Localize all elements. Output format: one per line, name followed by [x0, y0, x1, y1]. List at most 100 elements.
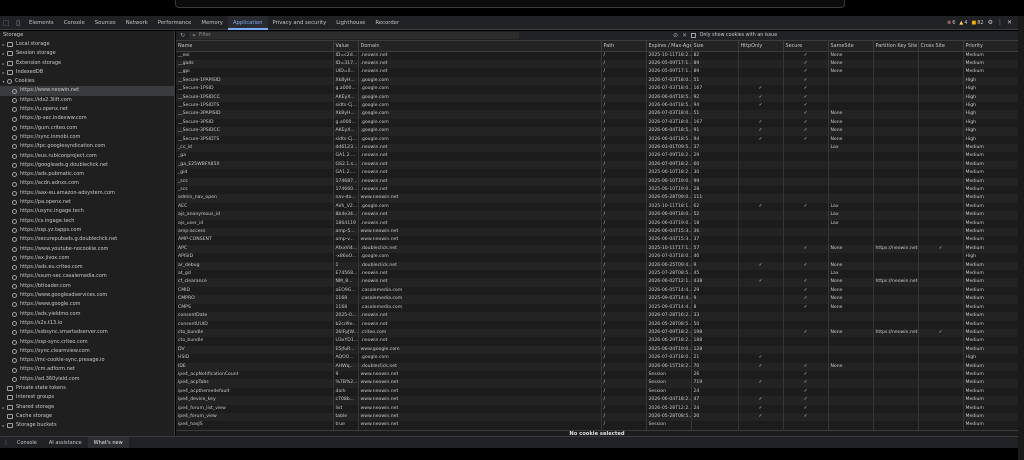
tab-lighthouse[interactable]: Lighthouse [331, 16, 370, 30]
device-toolbar-icon[interactable]: ▯ [12, 16, 24, 30]
chevron-down-icon[interactable]: ▾ [0, 77, 7, 86]
drawer-tab-console[interactable]: Console [11, 437, 43, 449]
table-row[interactable]: APISID -x86oO... .google.com/2026-07-03T18… [176, 253, 1018, 262]
sidebar-origin-item[interactable]: https://ads.eu.criteo.com [0, 263, 174, 272]
sidebar-item[interactable]: Private state tokens [0, 384, 174, 393]
sidebar-origin-item[interactable]: https://ads.pubmatic.com [0, 170, 174, 179]
table-row[interactable]: _gid GA1.2.... .neowin.net/2025-06-10T18:2… [176, 169, 1018, 178]
sidebar-origin-item[interactable]: https://ssp.yz.tapps.com [0, 226, 174, 235]
sidebar-origin-item[interactable]: https://ssum-sec.casalemedia.com [0, 272, 174, 281]
sidebar-origin-item[interactable]: https://securepubads.g.doubleclick.net [0, 235, 174, 244]
table-row[interactable]: ipe4_acpthemedefault dark www.neowin.net / S… [176, 387, 1018, 397]
table-row[interactable]: HSID AQOO... .google.com/2026-07-03T18:0..… [176, 354, 1018, 363]
sidebar-origin-item[interactable]: https://gum.criteo.com [0, 124, 174, 133]
sidebar-origin-item[interactable]: https://tpc.googlesyndication.com [0, 142, 174, 151]
table-row[interactable]: ipe4_forum_view table www.neowin.net/2026-… [176, 412, 1018, 422]
sidebar-origin-item[interactable]: https://ax.jivox.com [0, 254, 174, 263]
table-row[interactable]: __Secure-3PSIDCC AKEyX... .google.com/2026… [176, 127, 1018, 136]
only-issue-checkbox[interactable] [691, 33, 696, 38]
tab-elements[interactable]: Elements [24, 16, 59, 30]
sidebar-origin-item[interactable]: https://s2s.t13.io [0, 319, 174, 328]
refresh-icon[interactable]: ↻ [180, 32, 185, 39]
table-row[interactable]: _cc_id dd6123... .neowin.net/2026-03-01T09… [176, 143, 1018, 153]
chevron-right-icon[interactable]: ▸ [0, 68, 7, 77]
sidebar-origin-item[interactable]: https://cs.ingage.tech [0, 217, 174, 226]
inspect-icon[interactable]: ⬚ [0, 16, 12, 30]
tab-application[interactable]: Application [227, 15, 268, 30]
table-row[interactable]: CMPRO 1168 .casalemedia.com/2025-09-03T14:… [176, 295, 1018, 304]
tab-performance[interactable]: Performance [153, 16, 197, 30]
table-row[interactable]: AMP-CONSENT amp-v... www.neowin.net/2026-0… [176, 236, 1018, 245]
table-row[interactable]: ar_debug 1 .doubleclick.net/2026-06-25T09:… [176, 261, 1018, 271]
close-icon[interactable]: ✕ [1007, 19, 1012, 26]
chevron-right-icon[interactable]: ▸ [0, 40, 7, 49]
table-row[interactable]: CMID aEO9G... .casalemedia.com/2026-06-05T… [176, 286, 1018, 296]
warning-badge[interactable]: ▲ 4 [959, 20, 967, 26]
sidebar-origin-item[interactable]: https://ssbsync.smartadserver.com [0, 328, 174, 337]
sidebar-item[interactable]: Interest groups [0, 393, 174, 402]
drawer-tab-ai-assistance[interactable]: AI assistance [43, 437, 88, 449]
sidebar-item[interactable]: ▾ Cookies [0, 77, 174, 86]
tab-recorder[interactable]: Recorder [370, 16, 404, 30]
sidebar-origin-item[interactable]: https://ids2.3lift.com [0, 96, 174, 105]
sidebar-origin-item[interactable]: https://pa.openx.net [0, 198, 174, 207]
table-row[interactable]: cto_bundle U3xYD1... .neowin.net/2026-06-2… [176, 337, 1018, 346]
table-row[interactable]: ipe4_forum_list_view list www.neowin.net/2… [176, 404, 1018, 413]
sidebar-item[interactable]: Cache storage [0, 412, 174, 421]
table-row[interactable]: cf_clearance NM_8... .neowin.net/2026-06-0… [176, 278, 1018, 287]
table-row[interactable]: IDE AHWq... .doubleclick.net/2026-06-15T18… [176, 362, 1018, 371]
drawer-menu-icon[interactable]: ⋮ [3, 439, 11, 446]
column-header-priority[interactable]: Priority [963, 41, 1018, 52]
chevron-right-icon[interactable]: ▸ [0, 421, 7, 430]
sidebar-origin-item[interactable]: https://ssp-sync.criteo.com [0, 338, 174, 347]
column-header-domain[interactable]: Domain [358, 41, 602, 52]
table-row[interactable]: _scs 174660... .neowin.net/2025-06-10T19:0… [176, 186, 1018, 195]
table-row[interactable]: __Secure-1PSIDTS sidts-Cj... .google.com/2… [176, 101, 1018, 111]
table-row[interactable]: __Secure-1PAPISID Xk8yH... .google.com/202… [176, 76, 1018, 86]
table-row[interactable]: __gads ID=317... .neowin.net/2026-05-09T17… [176, 59, 1018, 69]
sidebar-origin-item[interactable]: https://sync.clearnview.com [0, 347, 174, 356]
sidebar-item[interactable]: ▸ Extension storage [0, 59, 174, 68]
table-row[interactable]: __Secure-3PSIDTS sidts-Cj... .google.com/2… [176, 135, 1018, 144]
table-row[interactable]: ipe4_device_key c708b... www.neowin.net/20… [176, 396, 1018, 405]
delete-selected-icon[interactable]: ✕ [682, 32, 687, 39]
sidebar-origin-item[interactable]: https://sync.inmobi.com [0, 133, 174, 142]
table-row[interactable]: amp-access amp-5... www.neowin.net/2026-06… [176, 228, 1018, 237]
sidebar-origin-item[interactable]: https://usync.ingage.tech [0, 207, 174, 216]
sidebar-item[interactable]: ▸ IndexedDB [0, 68, 174, 77]
sidebar-item[interactable]: ▸ Session storage [0, 49, 174, 58]
table-row[interactable]: cto_bundle 26lFpJW... .criteo.com/2026-07-… [176, 328, 1018, 338]
chevron-right-icon[interactable]: ▸ [0, 49, 7, 58]
column-header-httponly[interactable]: HttpOnly [738, 41, 784, 52]
column-header-name[interactable]: Name [176, 41, 334, 52]
column-header-partition-key-site[interactable]: Partition Key Site [873, 41, 919, 52]
filter-input[interactable]: ⏷ Filter [189, 32, 520, 39]
table-row[interactable]: __Secure-3PAPISID Xk8yH... .google.com/202… [176, 110, 1018, 119]
column-header-value[interactable]: Value [333, 41, 359, 52]
table-row[interactable]: __Secure-3PSID g.a000... .google.com/2026-… [176, 118, 1018, 128]
table-row[interactable]: _ga GA1.2.... .neowin.net/2026-07-09T18:2.… [176, 152, 1018, 161]
table-row[interactable]: consentDate 2025-0... .neowin.net/2026-07-… [176, 312, 1018, 321]
address-bar[interactable] [175, 0, 845, 8]
table-row[interactable]: _scs 174687... .neowin.net/2025-06-10T19:0… [176, 177, 1018, 186]
table-row[interactable]: __eoi ID=c2d... .neowin.net/2025-10-11T18:… [176, 51, 1018, 60]
sidebar-item[interactable]: ▸ Local storage [0, 40, 174, 49]
tab-privacy-and-security[interactable]: Privacy and security [268, 16, 332, 30]
sidebar-origin-item[interactable]: https://www.youtube-nocookie.com [0, 245, 174, 254]
column-header-cross-site[interactable]: Cross Site [918, 41, 964, 52]
chevron-right-icon[interactable]: ▸ [0, 59, 7, 68]
table-row[interactable]: __Secure-1PSID g.a000... .google.com/2026-… [176, 85, 1018, 94]
table-row[interactable]: admin_nav_open nav-da... www.neowin.net/20… [176, 194, 1018, 203]
table-row[interactable]: __gpi UID=0... .neowin.net/2026-05-09T17:1… [176, 68, 1018, 77]
clear-filtered-icon[interactable]: ⊘ [673, 32, 678, 39]
sidebar-origin-item[interactable]: https://btloader.com [0, 282, 174, 291]
tab-sources[interactable]: Sources [90, 16, 121, 30]
gear-icon[interactable]: ⚙ [988, 19, 993, 26]
sidebar-origin-item[interactable]: https://www.neowin.net [0, 86, 174, 96]
drawer-tab-what-s-new[interactable]: What's new [87, 436, 129, 449]
tab-console[interactable]: Console [59, 16, 90, 30]
table-row[interactable]: __Secure-1PSIDCC AKEyX... .google.com/2026… [176, 93, 1018, 102]
sidebar-item[interactable]: ▸ Shared storage [0, 403, 174, 412]
table-row[interactable]: CMPS 1168 .casalemedia.com/2025-09-03T14:4… [176, 303, 1018, 313]
table-row[interactable]: AEC AVh_V2... .google.com/2025-10-11T18:1.… [176, 202, 1018, 212]
